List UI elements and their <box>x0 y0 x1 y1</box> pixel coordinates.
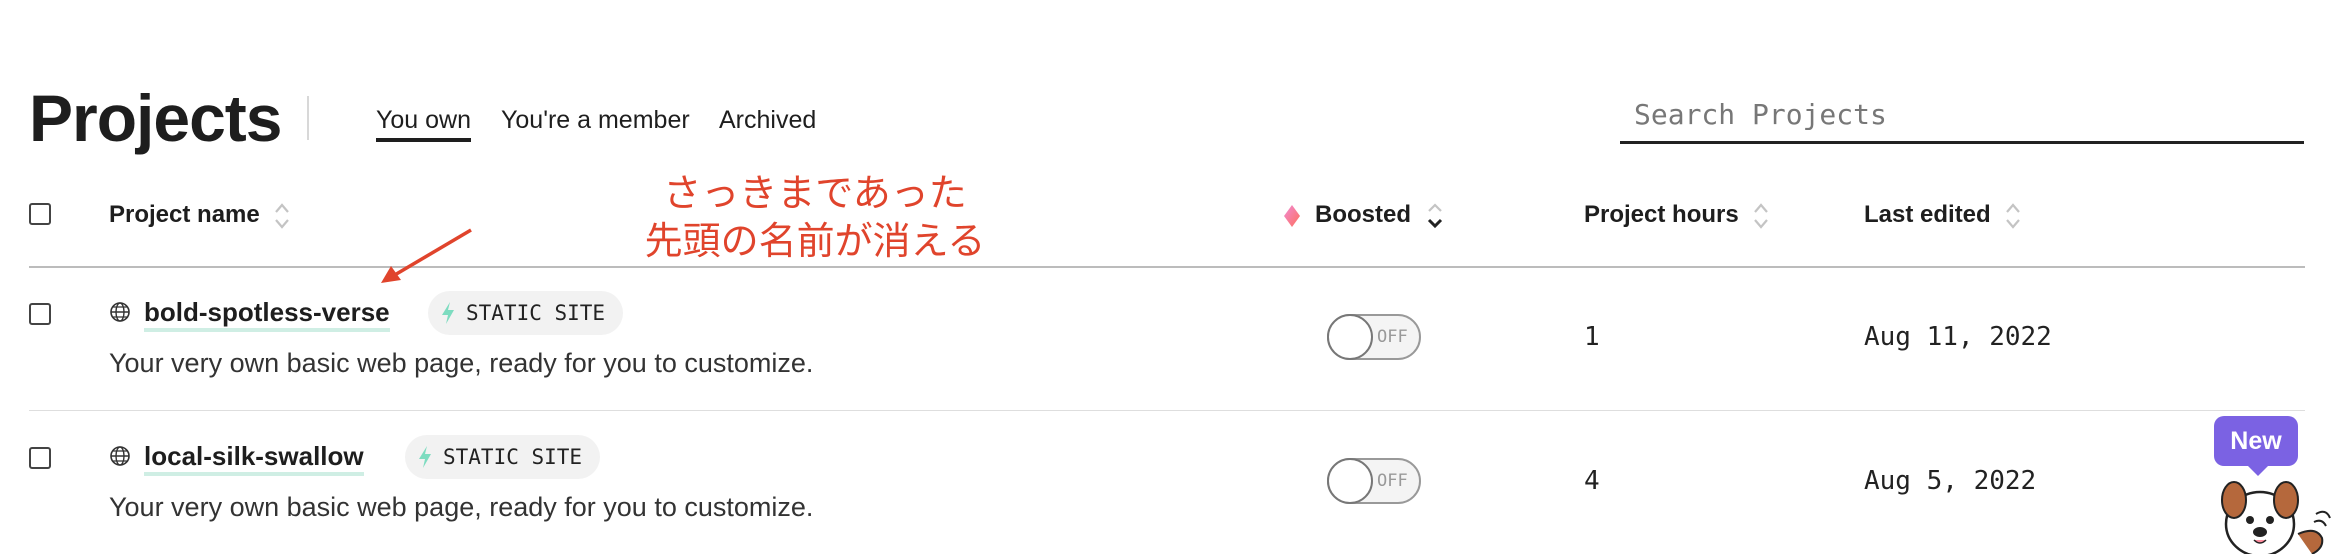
toggle-label: OFF <box>1377 327 1408 347</box>
project-description: Your very own basic web page, ready for … <box>109 492 814 522</box>
annotation-line-1: さっきまであった <box>663 173 967 215</box>
column-label-project-hours: Project hours <box>1584 201 1739 228</box>
new-badge[interactable]: New <box>2214 416 2298 476</box>
column-label-last-edited: Last edited <box>1864 201 1991 228</box>
project-type-badge: STATIC SITE <box>405 435 601 479</box>
project-name-link[interactable]: local-silk-swallow <box>144 440 364 476</box>
annotation-text: さっきまであった 先頭の名前が消える <box>620 170 1010 266</box>
tab-youre-a-member[interactable]: You're a member <box>501 104 690 136</box>
column-header-last-edited[interactable]: Last edited <box>1864 199 2021 231</box>
page-title: Projects <box>29 81 282 155</box>
sort-icon[interactable] <box>1753 202 1769 230</box>
project-name-link[interactable]: bold-spotless-verse <box>144 296 390 332</box>
project-description: Your very own basic web page, ready for … <box>109 348 814 378</box>
row-checkbox[interactable] <box>29 303 51 325</box>
sort-icon[interactable] <box>2005 202 2021 230</box>
boost-toggle[interactable]: OFF <box>1327 458 1421 504</box>
gem-icon <box>1284 205 1300 227</box>
column-header-boosted[interactable]: Boosted <box>1315 199 1444 231</box>
tab-you-own[interactable]: You own <box>376 104 471 142</box>
globe-icon <box>110 446 130 466</box>
globe-icon <box>110 302 130 322</box>
row-checkbox[interactable] <box>29 447 51 469</box>
select-all-checkbox[interactable] <box>29 203 51 225</box>
column-header-project-name[interactable]: Project name <box>109 199 290 231</box>
sort-icon[interactable] <box>274 202 290 230</box>
toggle-knob <box>1327 314 1373 360</box>
badge-label: STATIC SITE <box>443 445 583 469</box>
column-header-project-hours[interactable]: Project hours <box>1584 199 1769 231</box>
toggle-knob <box>1327 458 1373 504</box>
table-row[interactable]: bold-spotless-verse STATIC SITE Your ver… <box>0 268 2334 410</box>
lightning-icon <box>442 302 454 324</box>
annotation-line-2: 先頭の名前が消える <box>644 221 986 263</box>
lightning-icon <box>419 446 431 468</box>
annotation-arrow-icon <box>381 228 472 283</box>
project-type-badge: STATIC SITE <box>428 291 624 335</box>
dog-mascot-icon[interactable] <box>2212 474 2334 554</box>
tab-archived[interactable]: Archived <box>719 104 816 136</box>
sort-icon[interactable] <box>1426 201 1444 231</box>
title-divider <box>307 96 309 140</box>
badge-label: STATIC SITE <box>466 301 606 325</box>
toggle-label: OFF <box>1377 471 1408 491</box>
column-label-boosted: Boosted <box>1315 201 1411 228</box>
project-hours: 4 <box>1584 466 1600 496</box>
column-label-project-name: Project name <box>109 201 260 228</box>
last-edited: Aug 5, 2022 <box>1864 466 2037 496</box>
boost-toggle[interactable]: OFF <box>1327 314 1421 360</box>
search-input[interactable] <box>1620 88 2304 144</box>
table-row[interactable]: local-silk-swallow STATIC SITE Your very… <box>0 411 2334 554</box>
project-hours: 1 <box>1584 322 1600 352</box>
last-edited: Aug 11, 2022 <box>1864 322 2052 352</box>
